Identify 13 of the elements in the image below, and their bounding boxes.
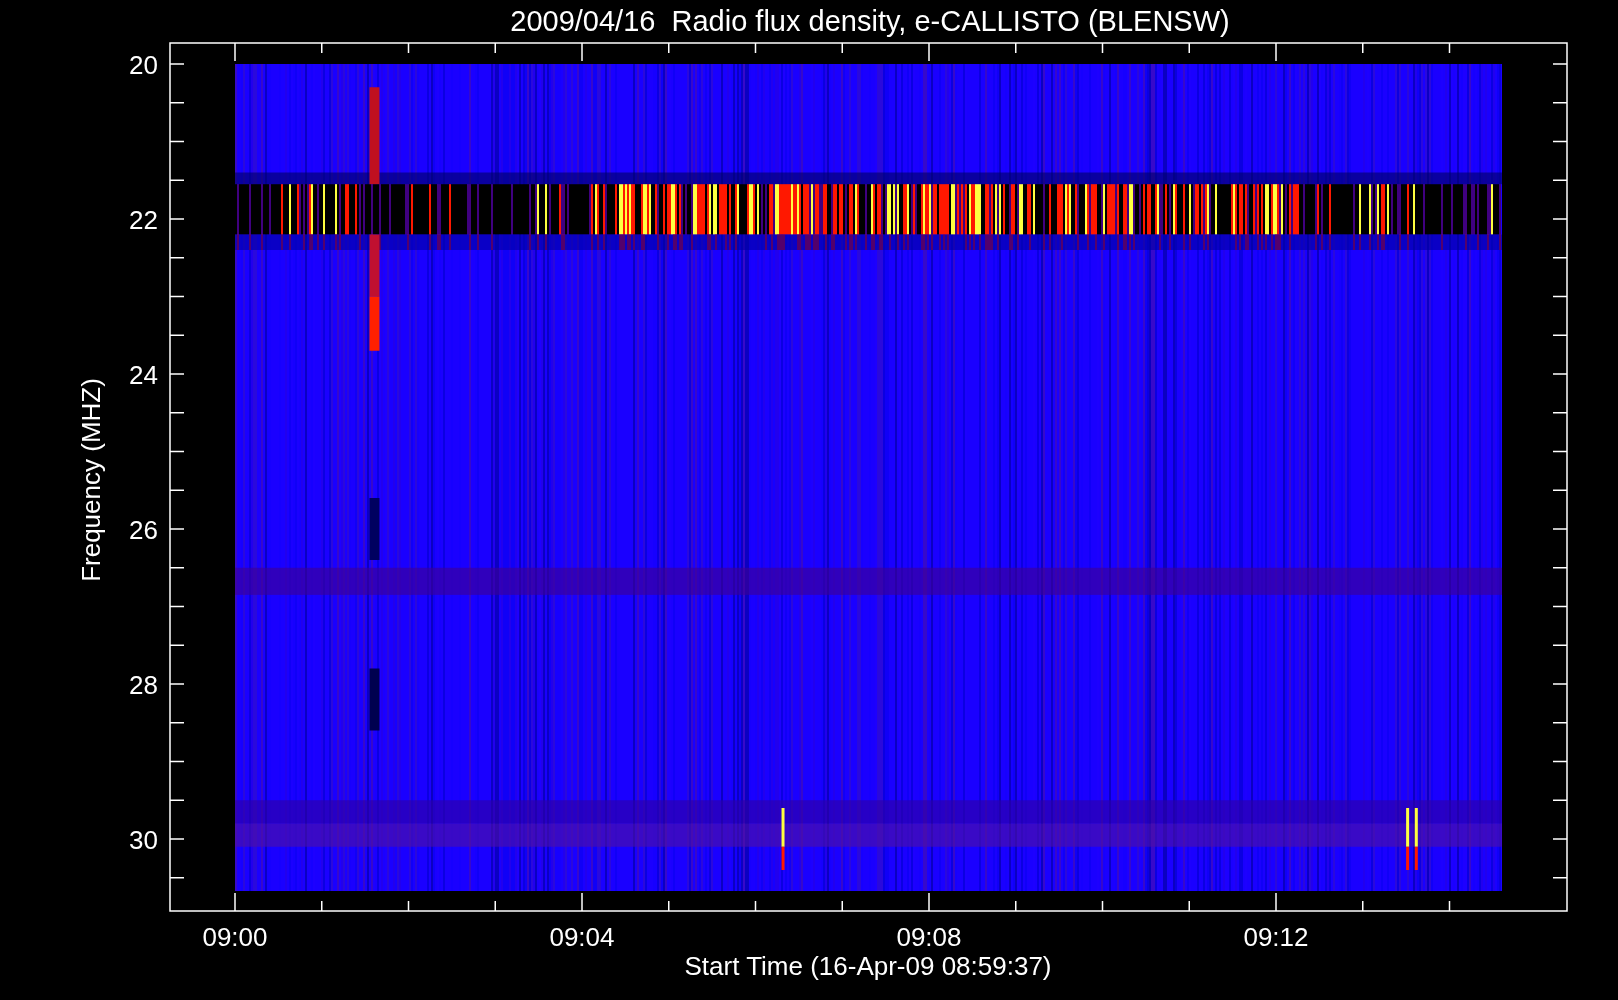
axis-label: Frequency (MHZ) [76, 378, 106, 582]
tick-label: 09:00 [202, 922, 268, 952]
tick-label: 24 [129, 360, 158, 390]
tick-label: 26 [129, 515, 158, 545]
tick-label: 09:12 [1243, 922, 1309, 952]
tick-label: 09:08 [896, 922, 962, 952]
tick-label: 30 [129, 825, 158, 855]
tick-label: 09:04 [549, 922, 615, 952]
tick-label: 22 [129, 205, 158, 235]
chart-title: 2009/04/16 Radio flux density, e-CALLISTO (BLENSW) [510, 5, 1230, 37]
axis-label: Start Time (16-Apr-09 08:59:37) [684, 951, 1052, 981]
tick-label: 20 [129, 50, 158, 80]
tick-label: 28 [129, 670, 158, 700]
